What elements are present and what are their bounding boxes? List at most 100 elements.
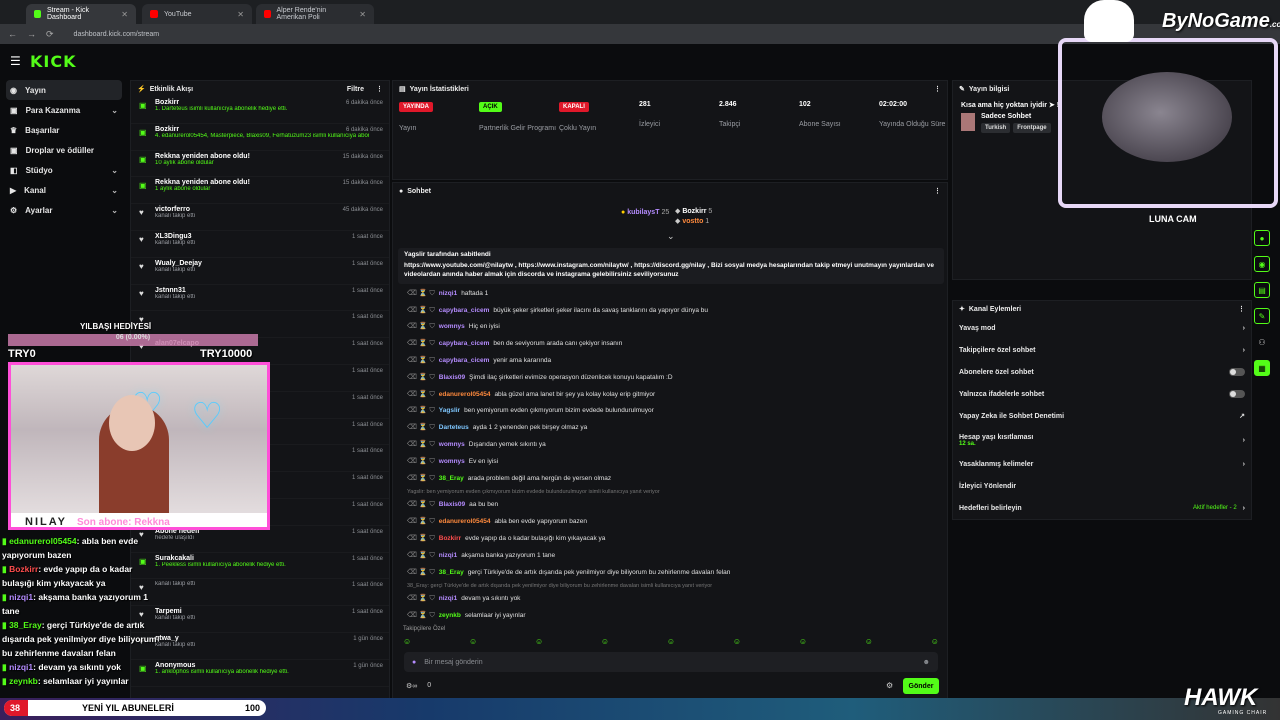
url-field[interactable]: dashboard.kick.com/stream xyxy=(74,31,160,38)
chat-message[interactable]: ⌫ ⏳ ⛉ zeynkb selamlaar iyi yayınlar xyxy=(393,607,949,624)
browser-tab[interactable]: Alper Rende'nin Amerikan Poli ✕ xyxy=(256,4,374,24)
chat-username[interactable]: zeynkb xyxy=(439,612,461,619)
more-icon[interactable]: ⋮ xyxy=(1238,305,1245,313)
chat-message[interactable]: ⌫ ⏳ ⛉ Darteteus ayda 1 2 yenenden pek birş… xyxy=(393,419,949,436)
chat-username[interactable]: capybara_cicem xyxy=(439,307,490,314)
chat-message[interactable]: ⌫ ⏳ ⛉ Yagslir ben yemiyorum evden çıkmıyor… xyxy=(393,403,949,420)
chat-username[interactable]: Blaxis09 xyxy=(439,374,465,381)
chat-username[interactable]: 38_Eray xyxy=(439,569,464,576)
chat-username[interactable]: edanurerol05454 xyxy=(439,391,491,398)
chat-message[interactable]: ⌫ ⏳ ⛉ edanurerol05454 abla ben evde yapıyo… xyxy=(393,513,949,530)
more-icon[interactable]: ⋮ xyxy=(376,85,383,93)
chat-username[interactable]: Darteteus xyxy=(439,424,469,431)
tool-rail-icon[interactable]: ✎ xyxy=(1254,308,1270,324)
mod-actions-icon[interactable]: ⌫ ⏳ ⛉ xyxy=(407,306,435,315)
mod-actions-icon[interactable]: ⌫ ⏳ ⛉ xyxy=(407,594,435,603)
chat-username[interactable]: capybara_cicem xyxy=(439,357,490,364)
mod-actions-icon[interactable]: ⌫ ⏳ ⛉ xyxy=(407,474,435,483)
back-icon[interactable]: ← xyxy=(8,29,17,39)
browser-tab[interactable]: Stream - Kick Dashboard ✕ xyxy=(26,4,136,24)
close-icon[interactable]: ✕ xyxy=(359,10,366,19)
chat-username[interactable]: nizqi1 xyxy=(439,290,457,297)
sidebar-item-5[interactable]: ▶ Kanal ⌄ xyxy=(0,180,128,200)
emote-icon[interactable]: ☺ xyxy=(733,637,741,649)
activity-item[interactable]: ♥ kanalı takip etti 1 saat önce xyxy=(131,579,389,607)
channel-action[interactable]: Yavaş mod › xyxy=(953,317,1251,339)
more-icon[interactable]: ⋮ xyxy=(934,85,941,93)
grid-rail-icon[interactable]: ▦ xyxy=(1254,360,1270,376)
forward-icon[interactable]: → xyxy=(27,29,36,39)
menu-icon[interactable]: ☰ xyxy=(10,54,21,68)
toggle-switch[interactable] xyxy=(1229,368,1245,376)
emote-icon[interactable]: ☺ xyxy=(865,637,873,649)
activity-item[interactable]: ♥ qtwa_y kanalı takip etti 1 gün önce xyxy=(131,633,389,660)
chat-settings-icon[interactable]: ⚙∞ xyxy=(406,682,417,690)
gear-icon[interactable]: ⚙ xyxy=(886,681,893,690)
chat-username[interactable]: Yagslir xyxy=(439,407,460,414)
chat-message[interactable]: ⌫ ⏳ ⛉ edanurerol05454 abla güzel ama lanet… xyxy=(393,386,949,403)
channel-action[interactable]: Yasaklanmış kelimeler › xyxy=(953,453,1251,475)
chat-username[interactable]: nizqi1 xyxy=(439,595,457,602)
chat-input[interactable]: ● Bir mesaj gönderin ☻ xyxy=(404,652,938,672)
chat-message[interactable]: ⌫ ⏳ ⛉ Bozkirr evde yapıp da o kadar bulaşı… xyxy=(393,530,949,547)
close-icon[interactable]: ✕ xyxy=(237,10,244,19)
send-button[interactable]: Gönder xyxy=(903,678,939,694)
emote-icon[interactable]: ☺ xyxy=(667,637,675,649)
chat-username[interactable]: edanurerol05454 xyxy=(439,518,491,525)
chat-message[interactable]: ⌫ ⏳ ⛉ capybara_cicem büyük şeker şirketler… xyxy=(393,302,949,319)
mod-actions-icon[interactable]: ⌫ ⏳ ⛉ xyxy=(407,611,435,620)
channel-action[interactable]: Takipçilere özel sohbet › xyxy=(953,339,1251,361)
chat-message[interactable]: ⌫ ⏳ ⛉ nizqi1 devam ya sıkıntı yok xyxy=(393,591,949,608)
activity-item[interactable]: ♥ victorferro kanalı takip etti 45 dakik… xyxy=(131,204,389,231)
channel-action[interactable]: İzleyici Yönlendir xyxy=(953,475,1251,497)
emote-icon[interactable]: ☺ xyxy=(469,637,477,649)
chat-username[interactable]: womnys xyxy=(439,441,465,448)
chat-username[interactable]: womnys xyxy=(439,323,465,330)
sidebar-item-4[interactable]: ◧ Stüdyo ⌄ xyxy=(0,160,128,180)
channel-action[interactable]: Hesap yaşı kısıtlaması 12 sa. › xyxy=(953,427,1251,453)
mod-actions-icon[interactable]: ⌫ ⏳ ⛉ xyxy=(407,457,435,466)
chat-message[interactable]: ⌫ ⏳ ⛉ nizqi1 akşama banka yazıyorum 1 tane xyxy=(393,547,949,564)
chat-message[interactable]: ⌫ ⏳ ⛉ womnys Hiç en iyisi xyxy=(393,319,949,336)
emote-icon[interactable]: ☺ xyxy=(799,637,807,649)
chat-message[interactable]: ⌫ ⏳ ⛉ 38_Eray gerçi Türkiye'de de artık dı… xyxy=(393,564,949,581)
activity-item[interactable]: ▣ Rekkna yeniden abone oldu! 10 aylık ab… xyxy=(131,151,389,178)
chevron-down-icon[interactable]: ⌄ xyxy=(667,231,675,242)
emote-icon[interactable]: ☺ xyxy=(601,637,609,649)
mod-actions-icon[interactable]: ⌫ ⏳ ⛉ xyxy=(407,356,435,365)
tag[interactable]: Turkish xyxy=(981,123,1011,133)
chat-message[interactable]: ⌫ ⏳ ⛉ womnys Ev en iyisi xyxy=(393,453,949,470)
chat-message[interactable]: ⌫ ⏳ ⛉ capybara_cicem yenir ama kararında xyxy=(393,352,949,369)
close-icon[interactable]: ✕ xyxy=(121,10,128,19)
chat-username[interactable]: capybara_cicem xyxy=(439,340,490,347)
sidebar-item-6[interactable]: ⚙ Ayarlar ⌄ xyxy=(0,200,128,220)
mic-icon[interactable]: ● xyxy=(412,659,416,666)
leaderboard-entry[interactable]: ◆ Bozkirr 5 xyxy=(675,207,712,215)
activity-item[interactable]: ▣ Bozkirr 4. edanurerol05454, Masterpiec… xyxy=(131,124,389,151)
channel-action[interactable]: Hedefleri belirleyin Aktif hedefler - 2 › xyxy=(953,497,1251,519)
filter-button[interactable]: Filtre xyxy=(347,86,364,93)
emoji-icon[interactable]: ☻ xyxy=(923,659,930,666)
sidebar-item-2[interactable]: ♛ Başarılar xyxy=(0,120,128,140)
toggle-switch[interactable] xyxy=(1229,390,1245,398)
channel-action[interactable]: Yalnızca ifadelerle sohbet xyxy=(953,383,1251,405)
activity-item[interactable]: ♥ Tarpemi kanalı takip etti 1 saat önce xyxy=(131,606,389,633)
kick-logo[interactable]: KICK xyxy=(30,52,77,71)
activity-item[interactable]: ▣ Bozkirr 1. Darteteus isimli kullanıcıy… xyxy=(131,97,389,124)
mod-actions-icon[interactable]: ⌫ ⏳ ⛉ xyxy=(407,551,435,560)
sidebar-item-3[interactable]: ▣ Droplar ve ödüller xyxy=(0,140,128,160)
category-name[interactable]: Sadece Sohbet xyxy=(981,113,1051,120)
mod-actions-icon[interactable]: ⌫ ⏳ ⛉ xyxy=(407,339,435,348)
mod-actions-icon[interactable]: ⌫ ⏳ ⛉ xyxy=(407,568,435,577)
sidebar-item-0[interactable]: ◉ Yayın xyxy=(6,80,122,100)
chat-message[interactable]: ⌫ ⏳ ⛉ capybara_cicem ben de seviyorum arad… xyxy=(393,335,949,352)
mod-actions-icon[interactable]: ⌫ ⏳ ⛉ xyxy=(407,500,435,509)
chat-message[interactable]: ⌫ ⏳ ⛉ nizqi1 haftada 1 xyxy=(393,285,949,302)
chat-username[interactable]: 38_Eray xyxy=(439,475,464,482)
channel-action[interactable]: Abonelere özel sohbet xyxy=(953,361,1251,383)
sidebar-item-1[interactable]: ▣ Para Kazanma ⌄ xyxy=(0,100,128,120)
emote-icon[interactable]: ☺ xyxy=(403,637,411,649)
mod-actions-icon[interactable]: ⌫ ⏳ ⛉ xyxy=(407,406,435,415)
mod-actions-icon[interactable]: ⌫ ⏳ ⛉ xyxy=(407,373,435,382)
leaderboard-entry[interactable]: ● kubilaysT 25 xyxy=(621,209,669,216)
